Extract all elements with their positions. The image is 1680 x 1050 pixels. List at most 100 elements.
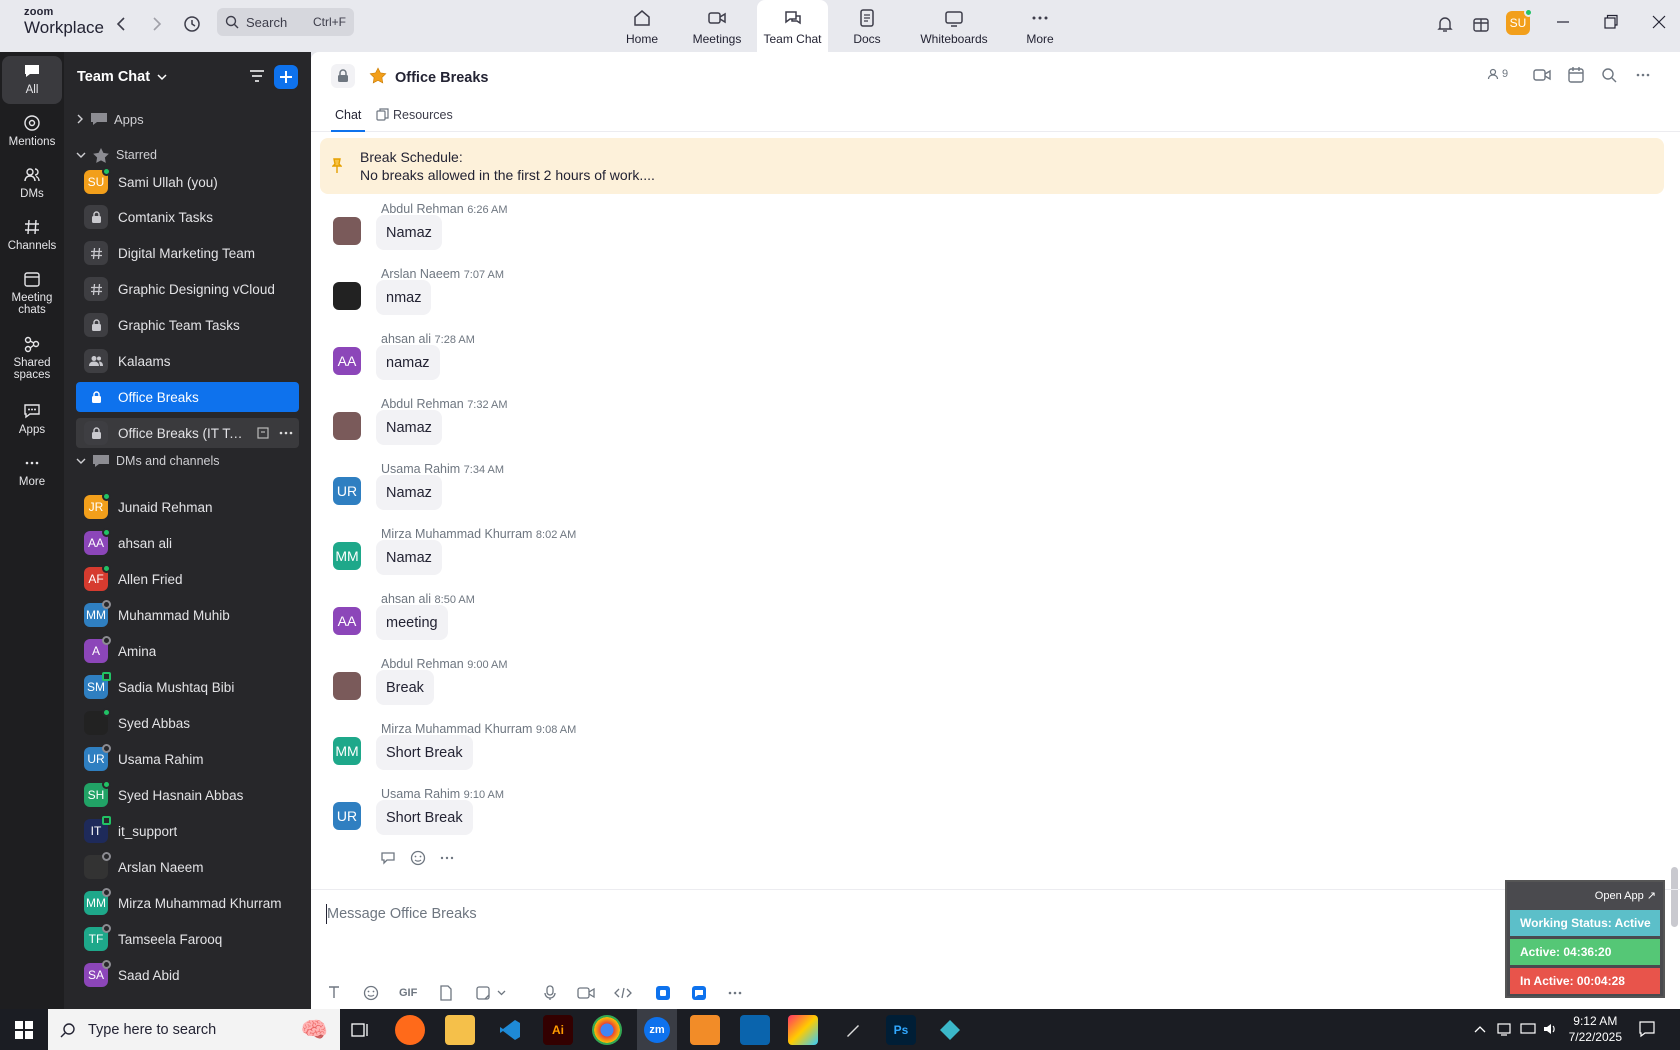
section-apps[interactable]: Apps [76,111,144,127]
dm-item[interactable]: UR Usama Rahim [76,744,299,774]
vscode-icon[interactable] [495,1015,525,1045]
history-icon[interactable] [181,13,203,35]
tray-chevron-icon[interactable] [1474,1022,1486,1037]
rail-dms[interactable]: DMs [2,166,62,200]
avatar[interactable]: UR [333,802,361,830]
dm-item[interactable]: AF Allen Fried [76,564,299,594]
app-diamond-icon[interactable] [935,1015,965,1045]
open-app-link[interactable]: Open App ↗ [1510,889,1656,902]
tab-resources[interactable]: Resources [376,108,453,132]
message-bubble[interactable]: Namaz [376,540,442,575]
zoom-taskbar-icon[interactable]: zm [637,1009,677,1050]
reply-icon[interactable] [380,851,396,865]
forward-icon[interactable] [146,13,168,35]
dm-item[interactable]: JR Junaid Rehman [76,492,299,522]
new-chat-button[interactable] [274,65,298,89]
dm-item[interactable]: MM Mirza Muhammad Khurram [76,888,299,918]
tab-team-chat[interactable]: Team Chat [757,0,828,52]
outlook-icon[interactable] [740,1015,770,1045]
more-options-icon[interactable] [1635,67,1651,86]
task-view-icon[interactable] [345,1015,375,1045]
chrome-icon[interactable] [592,1015,622,1045]
photoshop-icon[interactable]: Ps [886,1015,916,1045]
dm-item[interactable]: AA ahsan ali [76,528,299,558]
code-icon[interactable] [614,985,632,1004]
starred-item[interactable]: Digital Marketing Team [76,238,299,268]
sidebar-title[interactable]: Team Chat [77,69,167,85]
rail-shared-spaces[interactable]: Shared spaces [2,335,62,381]
video-icon[interactable] [1533,67,1551,86]
filter-icon[interactable] [248,67,266,88]
tab-home[interactable]: Home [622,0,662,52]
message-author[interactable]: Usama Rahim [381,462,460,476]
system-clock[interactable]: 9:12 AM 7/22/2025 [1569,1013,1622,1045]
message-author[interactable]: Abdul Rehman [381,202,464,216]
section-dms-channels[interactable]: DMs and channels [76,453,220,469]
message-bubble[interactable]: nmaz [376,280,432,315]
message-bubble[interactable]: Break [376,670,434,705]
avatar[interactable]: UR [333,477,361,505]
tab-chat[interactable]: Chat [331,108,366,132]
close-icon[interactable] [1652,12,1666,35]
taskbar-search[interactable]: Type here to search 🧠 [48,1009,340,1050]
message-bubble[interactable]: meeting [376,605,448,640]
channel-title[interactable]: Office Breaks [395,70,489,86]
screenshot-icon[interactable] [475,985,506,1001]
format-text-icon[interactable] [327,985,341,1002]
windows-start-icon[interactable] [15,1021,33,1042]
message-bubble[interactable]: Short Break [376,735,473,770]
dm-item[interactable]: MM Muhammad Muhib [76,600,299,630]
app-integration-icon[interactable] [655,985,671,1004]
message-author[interactable]: Mirza Muhammad Khurram [381,527,532,541]
tray-network-icon[interactable] [1496,1021,1512,1040]
message-bubble[interactable]: namaz [376,345,440,380]
firefox-icon[interactable] [395,1015,425,1045]
rail-mentions[interactable]: Mentions [2,114,62,148]
avatar[interactable] [333,412,361,440]
message-author[interactable]: Mirza Muhammad Khurram [381,722,532,736]
dm-item[interactable]: Syed Abbas [76,708,299,738]
pen-tool-icon[interactable] [838,1015,868,1045]
calendar-icon[interactable] [1567,66,1585,87]
rail-all[interactable]: All [2,56,62,104]
dm-item[interactable]: A Amina [76,636,299,666]
tab-meetings[interactable]: Meetings [690,0,744,52]
archive-icon[interactable] [257,427,269,439]
avatar[interactable] [333,282,361,310]
user-avatar[interactable]: SU [1506,8,1533,35]
message-author[interactable]: Abdul Rehman [381,397,464,411]
tray-display-icon[interactable] [1520,1021,1536,1040]
minimize-icon[interactable] [1556,12,1570,35]
avatar[interactable]: AA [333,607,361,635]
tray-volume-icon[interactable] [1542,1021,1558,1040]
starred-item[interactable]: Comtanix Tasks [76,202,299,232]
dm-item[interactable]: Arslan Naeem [76,852,299,882]
message-author[interactable]: Abdul Rehman [381,657,464,671]
dm-item[interactable]: TF Tamseela Farooq [76,924,299,954]
more-icon[interactable] [279,427,293,439]
video-message-icon[interactable] [577,985,595,1004]
section-starred[interactable]: Starred [76,147,157,163]
dm-item[interactable]: IT it_support [76,816,299,846]
starred-item[interactable]: Office Breaks (IT Team) [76,418,299,448]
avatar[interactable]: MM [333,737,361,765]
search-icon[interactable] [1601,67,1617,86]
rail-apps[interactable]: Apps [2,402,62,436]
back-icon[interactable] [110,13,132,35]
more-icon[interactable] [727,985,743,1004]
message-bubble[interactable]: Namaz [376,475,442,510]
starred-item[interactable]: Office Breaks [76,382,299,412]
message-input[interactable]: Message Office Breaks [327,906,477,922]
file-icon[interactable] [439,985,453,1004]
members-button[interactable]: 9 [1487,68,1508,80]
pinned-message[interactable]: Break Schedule: No breaks allowed in the… [320,138,1664,194]
dm-item[interactable]: SM Sadia Mushtaq Bibi [76,672,299,702]
zoom-app-icon[interactable] [691,985,707,1004]
microphone-icon[interactable] [543,985,557,1004]
starred-item[interactable]: Graphic Designing vCloud [76,274,299,304]
starred-item[interactable]: Graphic Team Tasks [76,310,299,340]
tab-more[interactable]: More [1025,0,1055,52]
rail-more[interactable]: More [2,454,62,488]
message-bubble[interactable]: Namaz [376,410,442,445]
message-author[interactable]: Usama Rahim [381,787,460,801]
